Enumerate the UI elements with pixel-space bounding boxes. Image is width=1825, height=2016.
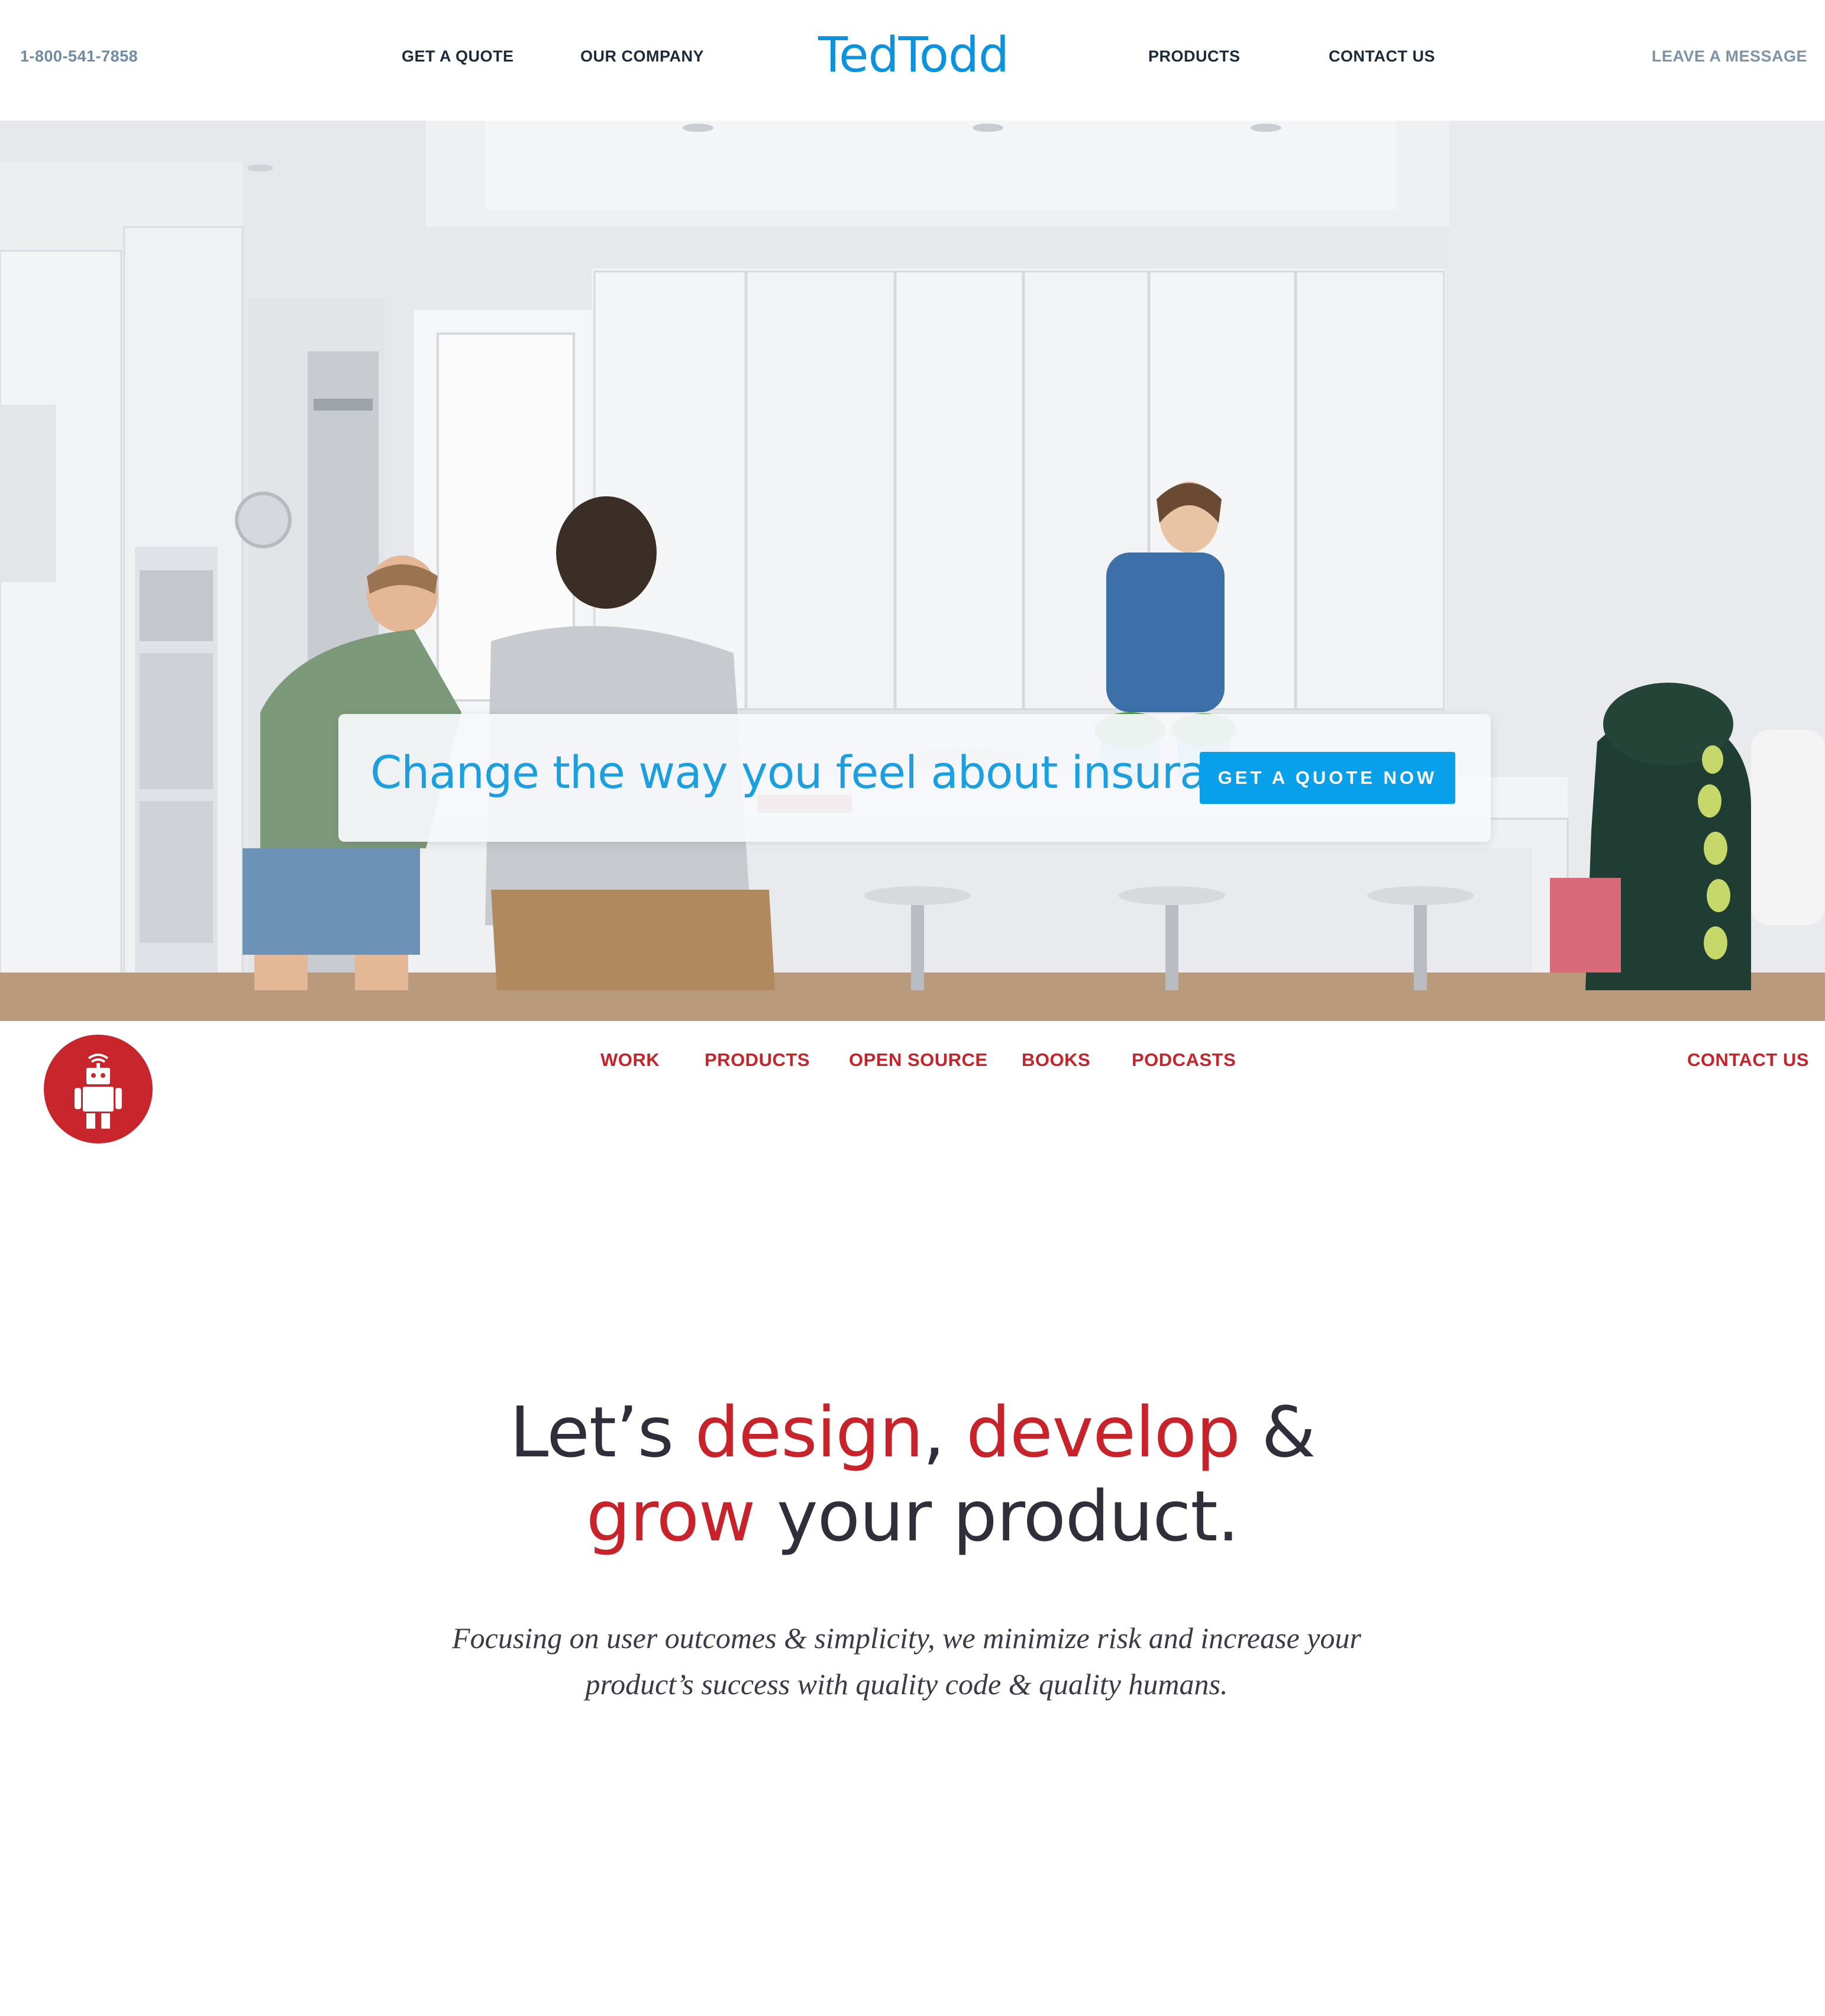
top-header: 1-800-541-7858 GET A QUOTE OUR COMPANY T… bbox=[0, 0, 1825, 121]
nav2-work[interactable]: WORK bbox=[600, 1049, 660, 1071]
nav2-books[interactable]: BOOKS bbox=[1022, 1049, 1090, 1071]
hero-tagline: Change the way you feel about insurance. bbox=[370, 746, 1300, 799]
headline-part1: Let’s bbox=[509, 1391, 695, 1473]
headline-develop: develop bbox=[966, 1391, 1241, 1473]
nav-get-a-quote[interactable]: GET A QUOTE bbox=[402, 47, 514, 66]
headline-rest: your product. bbox=[755, 1475, 1239, 1557]
hero-kitchen-photo bbox=[0, 121, 1825, 1021]
headline-amp: & bbox=[1239, 1391, 1316, 1473]
nav-products[interactable]: PRODUCTS bbox=[1148, 47, 1241, 66]
nav-our-company[interactable]: OUR COMPANY bbox=[580, 47, 704, 66]
intro-paragraph: Focusing on user outcomes & simplicity, … bbox=[452, 1621, 1361, 1701]
headline-comma: , bbox=[923, 1391, 967, 1473]
brand-logo[interactable]: TedTodd bbox=[818, 27, 1009, 83]
leave-message-link[interactable]: LEAVE A MESSAGE bbox=[1652, 47, 1807, 66]
nav2-open-source[interactable]: OPEN SOURCE bbox=[849, 1049, 988, 1071]
nav2-podcasts[interactable]: PODCASTS bbox=[1132, 1049, 1236, 1071]
headline-design: design bbox=[695, 1391, 923, 1473]
headline-grow: grow bbox=[586, 1475, 756, 1557]
robot-logo[interactable] bbox=[44, 1035, 153, 1143]
phone-link[interactable]: 1-800-541-7858 bbox=[20, 47, 138, 66]
nav2-products[interactable]: PRODUCTS bbox=[705, 1049, 810, 1071]
nav2-contact-us[interactable]: CONTACT US bbox=[1687, 1049, 1809, 1071]
robot-icon bbox=[75, 1054, 122, 1129]
hero-section: Change the way you feel about insurance.… bbox=[0, 121, 1825, 1021]
quote-banner: Change the way you feel about insurance.… bbox=[338, 714, 1491, 842]
main-headline: Let’s design, develop & grow your produc… bbox=[0, 1390, 1825, 1558]
get-quote-now-button[interactable]: GET A QUOTE NOW bbox=[1200, 752, 1455, 804]
nav-contact-us[interactable]: CONTACT US bbox=[1329, 47, 1435, 66]
